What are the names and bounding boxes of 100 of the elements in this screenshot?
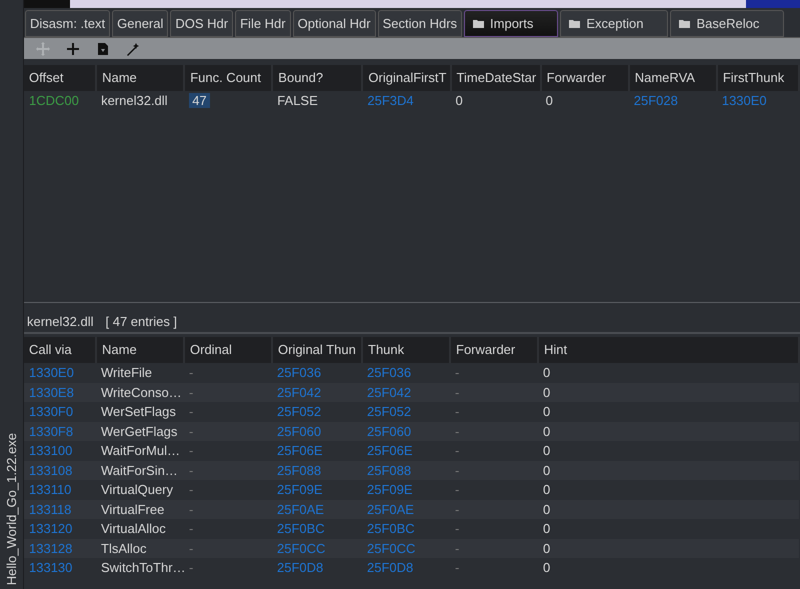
table-cell: -	[455, 404, 460, 419]
table-cell: 133110	[29, 482, 72, 497]
table-cell: VirtualAlloc	[101, 521, 166, 536]
table-cell: WaitForMul…	[101, 443, 180, 458]
table-cell: 1CDC00	[29, 93, 79, 108]
tab[interactable]: Disasm: .text	[25, 10, 110, 37]
table-cell: 25F0D8	[277, 560, 324, 575]
wand-icon[interactable]	[126, 42, 140, 56]
table-cell: 0	[543, 502, 550, 516]
table-cell: 133128	[29, 540, 72, 556]
column-header[interactable]: Original Thun	[272, 337, 362, 363]
column-header[interactable]: Offset	[24, 65, 96, 91]
column-header[interactable]: FirstThunk	[716, 65, 799, 91]
dll-name-label: kernel32.dll	[27, 313, 94, 332]
table-cell: -	[455, 365, 460, 380]
table-cell: 133120	[29, 521, 72, 536]
column-header[interactable]: Ordinal	[184, 337, 272, 363]
table-cell: 0	[543, 384, 550, 400]
table-cell: 0	[543, 443, 550, 458]
table-cell: -	[455, 424, 460, 438]
entry-count-label: [ 47 entries ]	[106, 313, 178, 332]
column-header[interactable]: Name	[96, 337, 184, 363]
table-cell: 0	[546, 93, 553, 108]
table-cell: 25F042	[367, 384, 412, 400]
table-cell: -	[189, 482, 194, 497]
table-cell: -	[455, 540, 460, 556]
plus-icon[interactable]	[66, 42, 80, 56]
table-cell: -	[189, 502, 194, 516]
table-cell: 25F0AE	[367, 502, 414, 516]
document-icon[interactable]	[96, 42, 110, 56]
table-cell: 25F09E	[277, 482, 323, 497]
table-cell: WerSetFlags	[101, 404, 176, 419]
table-cell: 25F042	[277, 384, 322, 400]
table-cell: -	[189, 560, 194, 575]
table-cell: 1330F8	[29, 424, 74, 438]
table-cell: -	[455, 502, 460, 516]
table-cell: FALSE	[277, 93, 318, 108]
column-header[interactable]: Hint	[538, 337, 799, 363]
file-tab-title[interactable]: Hello_World_Go_1.22.exe	[2, 432, 22, 585]
table-cell: WerGetFlags	[101, 424, 178, 438]
table-cell: WaitForSin…	[101, 462, 178, 478]
table-cell: VirtualQuery	[101, 482, 174, 497]
table-cell: 1330E0	[722, 93, 767, 108]
column-header[interactable]: TimeDateStar	[450, 65, 541, 91]
column-header[interactable]: Bound?	[272, 65, 362, 91]
table-cell: 133100	[29, 443, 72, 458]
table-cell: 25F06E	[277, 443, 323, 458]
tab[interactable]: Exception	[560, 10, 668, 37]
tab[interactable]: General	[112, 10, 168, 37]
table-cell: -	[455, 482, 460, 497]
folder-icon	[679, 19, 690, 28]
table-cell: 1330E8	[29, 384, 74, 400]
folder-icon	[473, 19, 484, 28]
column-header[interactable]: Thunk	[362, 337, 450, 363]
table-cell: 0	[543, 365, 550, 380]
column-header[interactable]: Call via	[24, 337, 96, 363]
table-cell: WriteFile	[101, 365, 152, 380]
table-cell: -	[189, 384, 194, 400]
tab[interactable]: File Hdr	[235, 10, 291, 37]
tab[interactable]: Imports	[464, 10, 558, 37]
table-cell: WriteConso…	[101, 384, 182, 400]
column-header[interactable]: Forwarder	[450, 337, 538, 363]
table-cell: 25F088	[277, 462, 322, 478]
table-cell: -	[455, 443, 460, 458]
table-cell: kernel32.dll	[101, 93, 168, 108]
table-cell: 25F036	[367, 365, 412, 380]
table-cell: 25F060	[277, 424, 322, 438]
table-cell: 25F060	[367, 424, 412, 438]
tab[interactable]: DOS Hdr	[170, 10, 234, 37]
tab[interactable]: Optional Hdr	[292, 10, 376, 37]
table-cell: -	[189, 404, 194, 419]
table-cell: 25F052	[367, 404, 412, 419]
table-cell: 0	[543, 521, 550, 536]
table-cell: 0	[543, 462, 550, 478]
table-cell: 47	[189, 93, 210, 108]
table-cell: 25F088	[367, 462, 412, 478]
column-header[interactable]: Func. Count	[184, 65, 272, 91]
column-header[interactable]: Name	[96, 65, 184, 91]
table-cell: -	[189, 521, 194, 536]
table-cell: -	[189, 365, 194, 380]
table-cell: 25F3D4	[367, 93, 414, 108]
table-cell: 0	[543, 424, 550, 438]
folder-icon	[569, 19, 580, 28]
table-cell: 25F0CC	[277, 540, 326, 556]
tab[interactable]: Section Hdrs	[378, 10, 462, 37]
table-cell: 0	[456, 93, 463, 108]
table-cell: -	[189, 540, 194, 556]
table-cell: 1330F0	[29, 404, 74, 419]
table-cell: -	[455, 560, 460, 575]
tab[interactable]: BaseReloc	[670, 10, 784, 37]
column-header[interactable]: Forwarder	[540, 65, 629, 91]
table-cell: 0	[543, 482, 550, 497]
column-header[interactable]: OriginalFirstT	[362, 65, 451, 91]
column-header[interactable]: NameRVA	[628, 65, 717, 91]
table-cell: 25F036	[277, 365, 322, 380]
table-cell: TlsAlloc	[101, 540, 147, 556]
table-cell: 25F0CC	[367, 540, 416, 556]
table-cell: -	[455, 384, 460, 400]
table-cell: -	[189, 424, 194, 438]
table-cell: -	[189, 462, 194, 478]
